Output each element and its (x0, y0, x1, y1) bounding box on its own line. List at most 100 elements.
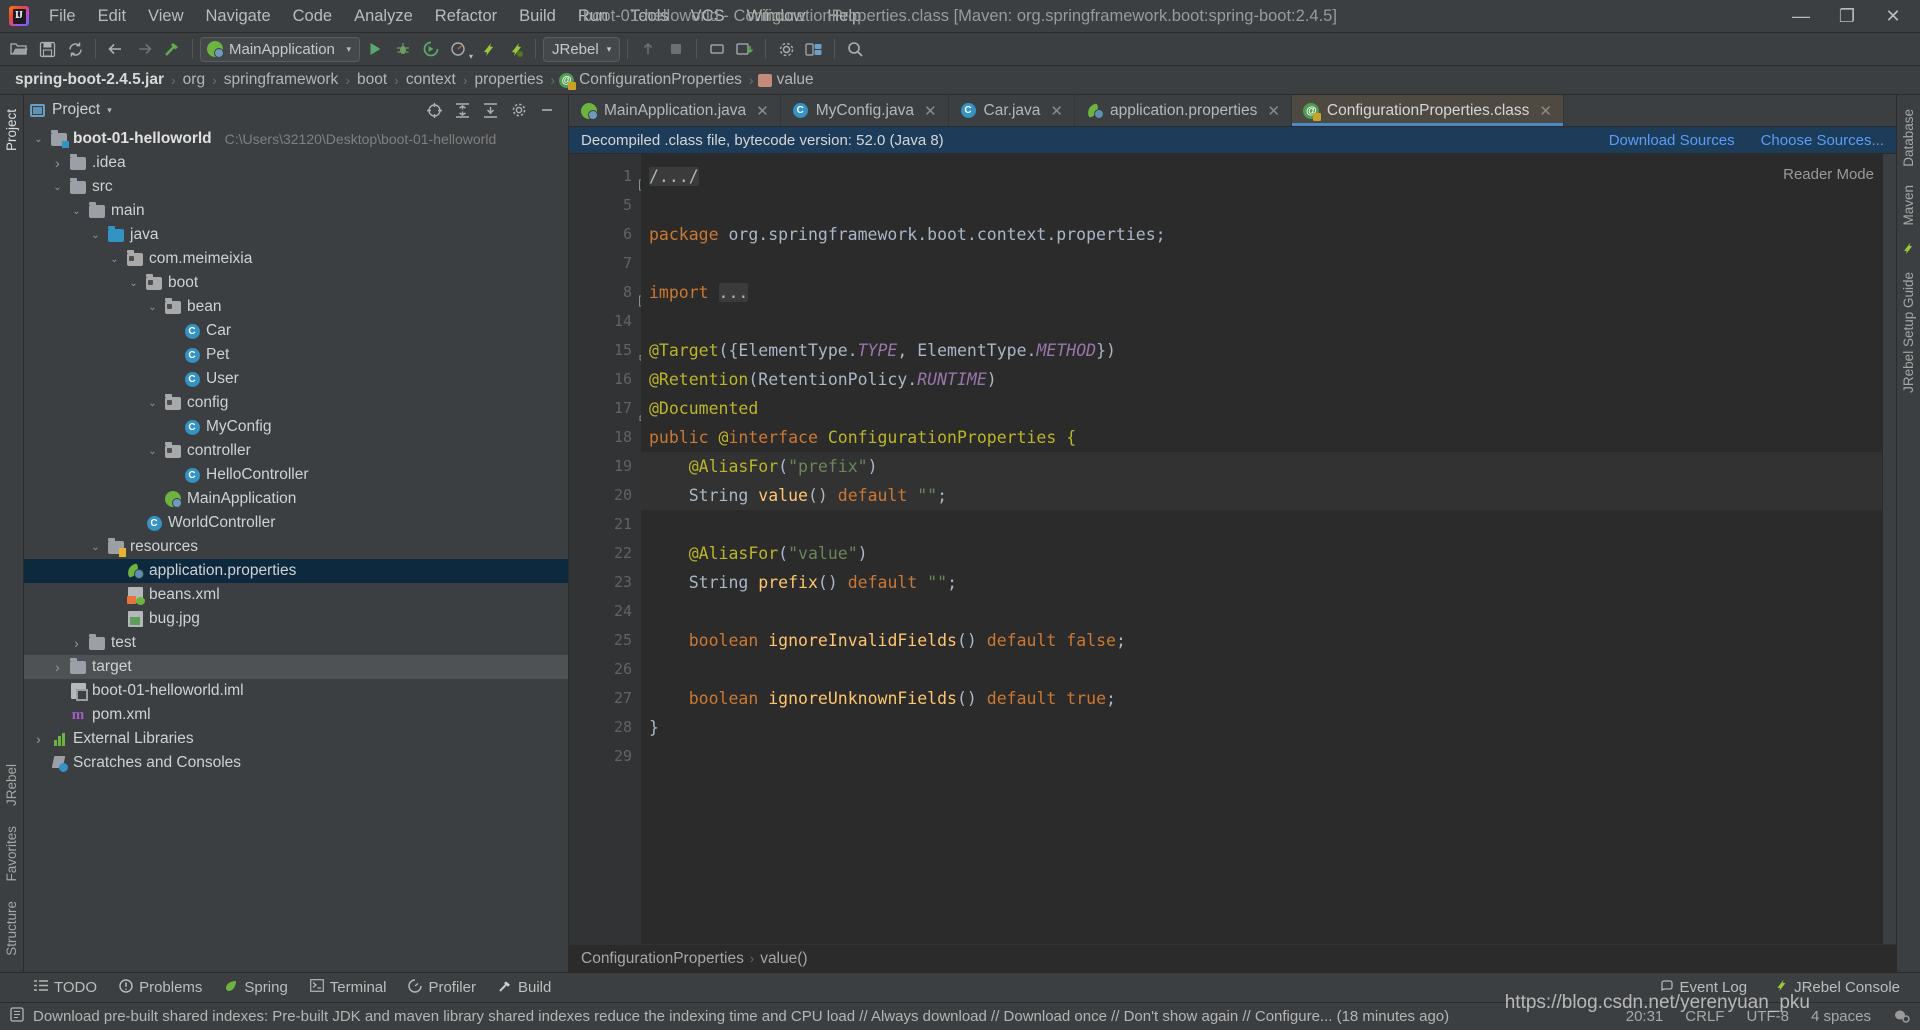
collapse-all-icon[interactable] (453, 101, 472, 120)
close-icon[interactable]: ✕ (924, 102, 937, 120)
line-number[interactable]: 15 (569, 336, 650, 365)
code-line[interactable]: @AliasFor("prefix") (641, 452, 1896, 481)
profiler-button[interactable]: ▾ (446, 36, 473, 62)
tree-row-test[interactable]: › test (24, 631, 568, 655)
tree-row-java[interactable]: ⌄ java (24, 223, 568, 247)
sidebar-item-favorites[interactable]: Favorites (1, 818, 22, 890)
back-arrow-icon[interactable] (103, 36, 129, 62)
menu-help[interactable]: Help (816, 2, 872, 30)
tree-row-boot[interactable]: ⌄ boot (24, 271, 568, 295)
sidebar-item-jrebel[interactable]: JRebel (1, 756, 22, 814)
menu-navigate[interactable]: Navigate (195, 2, 282, 30)
breadcrumb-item-properties[interactable]: properties (471, 70, 546, 90)
code-line[interactable] (641, 510, 1896, 539)
editor-scrollbar[interactable] (1882, 154, 1896, 944)
line-number[interactable]: 25 (569, 626, 641, 655)
chevron-down-icon[interactable]: ⌄ (146, 302, 159, 313)
chevron-down-icon-project[interactable]: ▾ (107, 105, 112, 116)
breadcrumb-item-jar[interactable]: spring-boot-2.4.5.jar (12, 70, 167, 90)
code-line[interactable]: import ... (641, 278, 1896, 307)
line-number[interactable]: 23 (569, 568, 641, 597)
editor-tab-application-properties[interactable]: application.properties ✕ (1075, 95, 1292, 126)
code-line[interactable]: @AliasFor("value") (641, 539, 1896, 568)
chevron-down-icon[interactable]: ⌄ (51, 182, 64, 193)
jrebel-debug-icon[interactable] (502, 36, 528, 62)
save-all-icon[interactable] (34, 36, 60, 62)
breadcrumb-item-org[interactable]: org (180, 70, 208, 90)
editor-tab-car-java[interactable]: C Car.java ✕ (949, 95, 1075, 126)
close-icon[interactable]: ✕ (1267, 102, 1280, 120)
sidebar-item-project[interactable]: Project (1, 101, 22, 159)
breadcrumb-item-boot[interactable]: boot (354, 70, 390, 90)
tree-row-boot-01-helloworld-iml[interactable]: boot-01-helloworld.iml (24, 679, 568, 703)
line-number[interactable]: 1 (569, 162, 650, 191)
tool-terminal[interactable]: Terminal (309, 979, 386, 996)
update-running-app-icon[interactable] (732, 36, 758, 62)
chevron-down-icon[interactable]: ⌄ (146, 446, 159, 457)
scroll-from-source-icon[interactable] (425, 101, 444, 120)
status-line-separator[interactable]: CRLF (1685, 1008, 1724, 1025)
status-encoding[interactable]: UTF-8 (1746, 1008, 1789, 1025)
code-line[interactable] (641, 742, 1896, 771)
line-number[interactable]: 14 (569, 307, 641, 336)
tree-row-resources[interactable]: ⌄ resources (24, 535, 568, 559)
tree-row-boot-01-helloworld[interactable]: ⌄ boot-01-helloworld C:\Users\32120\Deskto… (24, 127, 568, 151)
sync-refresh-icon[interactable] (62, 36, 88, 62)
menu-file[interactable]: File (38, 2, 87, 30)
line-number[interactable]: 21 (569, 510, 641, 539)
bottom-breadcrumb-class[interactable]: ConfigurationProperties (581, 950, 744, 968)
jrebel-run-icon[interactable] (474, 36, 500, 62)
chevron-right-icon[interactable]: › (32, 731, 45, 747)
settings-gear-icon[interactable] (773, 36, 799, 62)
chevron-right-icon[interactable]: › (70, 635, 83, 651)
line-number[interactable]: 16 (569, 365, 641, 394)
menu-vcs[interactable]: VCS (680, 2, 736, 30)
tree-row-com-meimeixia[interactable]: ⌄ com.meimeixia (24, 247, 568, 271)
chevron-right-icon[interactable]: › (51, 155, 64, 171)
status-indent[interactable]: 4 spaces (1811, 1008, 1871, 1025)
hide-panel-icon[interactable] (537, 101, 556, 120)
editor-tab-myconfig-java[interactable]: C MyConfig.java ✕ (781, 95, 949, 126)
tree-row-myconfig[interactable]: C MyConfig (24, 415, 568, 439)
line-number[interactable]: 7 (569, 249, 641, 278)
line-number[interactable]: 17 (569, 394, 650, 423)
tree-row-mainapplication[interactable]: MainApplication (24, 487, 568, 511)
tool-jrebel-console[interactable]: JRebel Console (1773, 978, 1900, 997)
vcs-update-icon[interactable] (635, 36, 661, 62)
run-configuration-selector[interactable]: MainApplication ▾ (200, 36, 360, 62)
editor-tab-configurationproperties-class[interactable]: @ ConfigurationProperties.class ✕ (1291, 95, 1564, 126)
line-number[interactable]: 29 (569, 742, 641, 771)
run-with-coverage-button[interactable] (418, 36, 444, 62)
code-viewport[interactable]: 1 5 6 7 8 14 15 16 17 18 19 20 21 22 23 24 25 26 27 28 29 Re… (569, 154, 1896, 944)
code-line[interactable] (641, 249, 1896, 278)
code-line[interactable]: String prefix() default ""; (641, 568, 1896, 597)
tool-profiler[interactable]: Profiler (408, 978, 476, 997)
debug-button[interactable] (390, 36, 416, 62)
tree-row-pom-xml[interactable]: m pom.xml (24, 703, 568, 727)
project-settings-gear-icon[interactable] (509, 101, 528, 120)
chevron-down-icon[interactable]: ⌄ (146, 398, 159, 409)
tool-todo[interactable]: TODO (34, 979, 97, 996)
tree-row-application-properties[interactable]: application.properties (24, 559, 568, 583)
menu-analyze[interactable]: Analyze (343, 2, 424, 30)
tree-row-controller[interactable]: ⌄ controller (24, 439, 568, 463)
editor-tab-bar[interactable]: MainApplication.java ✕ C MyConfig.java ✕ C Car… (569, 95, 1896, 127)
run-button[interactable] (362, 36, 388, 62)
chevron-down-icon[interactable]: ⌄ (89, 542, 102, 553)
line-number[interactable]: 19 (569, 452, 641, 481)
code-line[interactable]: } (641, 713, 1896, 742)
close-icon[interactable]: ✕ (1539, 102, 1552, 120)
code-line[interactable]: @Documented (641, 394, 1896, 423)
sidebar-item-maven[interactable]: Maven (1898, 177, 1919, 234)
close-icon[interactable]: ✕ (756, 102, 769, 120)
bottom-breadcrumb-member[interactable]: value() (760, 950, 807, 968)
status-caret-position[interactable]: 20:31 (1626, 1008, 1664, 1025)
menu-view[interactable]: View (137, 2, 194, 30)
jrebel-selector[interactable]: JRebel ▾ (543, 36, 621, 62)
line-number[interactable]: 8 (569, 278, 650, 307)
vcs-commit-icon[interactable] (663, 36, 689, 62)
tree-row-worldcontroller[interactable]: C WorldController (24, 511, 568, 535)
code-line[interactable] (641, 597, 1896, 626)
menu-window[interactable]: Window (736, 2, 817, 30)
breadcrumb-item-value[interactable]: value (774, 70, 817, 90)
